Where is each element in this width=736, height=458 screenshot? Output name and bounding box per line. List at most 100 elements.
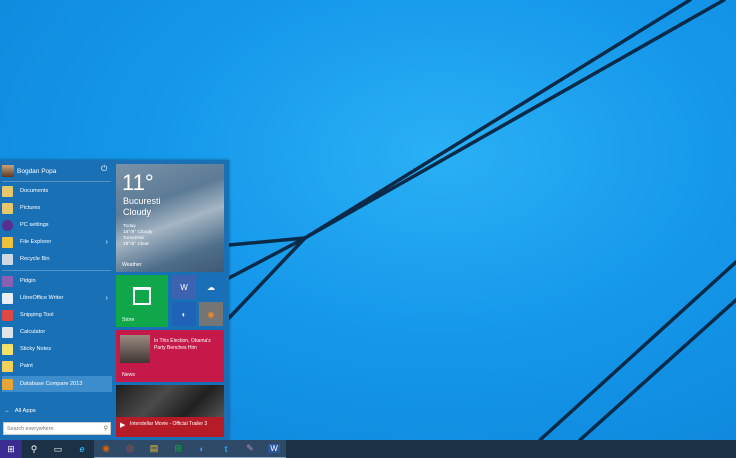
database-compare-icon [2, 378, 13, 390]
taskbar-people[interactable]: ◐ [190, 440, 214, 458]
app-label: Snipping Tool [20, 312, 54, 318]
taskbar: ⊞ ⚲ ▭ e ◉ ◎ ▤ ⊞ ◐ t ✎ W [0, 440, 736, 458]
power-icon[interactable]: ⏻ [101, 164, 107, 174]
internet-explorer-icon: e [79, 444, 85, 454]
arrow-right-icon: → [4, 408, 10, 414]
taskbar-store[interactable]: ⊞ [166, 440, 190, 458]
avatar [2, 165, 14, 177]
news-headline: In This Election, Obama's Party Benches … [154, 338, 211, 351]
firefox-tile[interactable]: ◉ [199, 302, 223, 326]
place-file-explorer[interactable]: File Explorer › [2, 234, 112, 250]
place-documents[interactable]: Documents [2, 183, 112, 199]
pidgin-icon: ✎ [246, 443, 254, 453]
taskbar-word[interactable]: W [262, 440, 286, 458]
word-icon: W [268, 444, 280, 453]
search-icon[interactable]: ⚲ [104, 425, 108, 432]
news-tile[interactable]: In This Election, Obama's Party Benches … [116, 330, 224, 382]
place-recycle-bin[interactable]: Recycle Bin [2, 251, 112, 267]
search-button[interactable]: ⚲ [22, 440, 46, 458]
place-pictures[interactable]: Pictures [2, 200, 112, 216]
start-button[interactable]: ⊞ [0, 440, 22, 458]
app-database-compare-2013[interactable]: Database Compare 2013 [2, 376, 112, 392]
place-label: File Explorer [20, 239, 52, 245]
people-tile[interactable]: ◐ [172, 302, 196, 326]
divider [2, 181, 111, 182]
pictures-icon [2, 202, 13, 214]
writer-icon [2, 292, 13, 304]
weather-tile[interactable]: 11° Bucuresti Cloudy Today 18°/9° Cloudy… [116, 164, 224, 272]
folder-icon [2, 236, 13, 248]
people-icon: ◐ [199, 443, 205, 454]
video-thumbnail [116, 385, 224, 417]
app-label: Paint [20, 363, 33, 369]
app-label: Calculator [20, 329, 46, 335]
app-sticky-notes[interactable]: Sticky Notes [2, 341, 112, 357]
taskbar-internet-explorer[interactable]: e [70, 440, 94, 458]
tile-label: News [122, 372, 135, 378]
weather-condition: Cloudy [123, 207, 152, 217]
taskbar-pidgin[interactable]: ✎ [238, 440, 262, 458]
documents-icon [2, 185, 13, 197]
recycle-bin-icon [2, 253, 13, 265]
people-icon: ◐ [181, 309, 187, 319]
taskbar-firefox[interactable]: ◉ [94, 440, 118, 458]
weather-temperature: 11° [122, 170, 154, 195]
place-label: Recycle Bin [20, 256, 50, 262]
play-icon: ▶ [120, 422, 126, 429]
app-label: LibreOffice Writer [20, 295, 64, 301]
weather-forecast: Today 18°/9° Cloudy Tomorrow 19°/8° Clea… [123, 224, 152, 248]
app-label: Database Compare 2013 [20, 381, 83, 387]
place-label: Pictures [20, 205, 41, 211]
tile-label: Weather [122, 262, 142, 268]
paint-icon [2, 360, 13, 372]
app-label: Sticky Notes [20, 346, 52, 352]
place-pc-settings[interactable]: PC settings [2, 217, 112, 233]
store-bag-icon [133, 287, 151, 305]
tile-label: Store [122, 317, 135, 323]
forecast-tomorrow: 19°/8° Clear [123, 242, 149, 247]
chevron-right-icon[interactable]: › [106, 295, 108, 302]
app-pidgin[interactable]: Pidgin [2, 273, 112, 289]
scissors-icon [2, 309, 13, 321]
chevron-right-icon[interactable]: › [106, 239, 108, 246]
word-icon: W [180, 282, 188, 292]
start-icon: ⊞ [7, 443, 15, 454]
taskbar-chrome[interactable]: ◎ [118, 440, 142, 458]
weather-location: Bucuresti Cloudy [123, 196, 161, 218]
store-tile[interactable]: Store [116, 275, 168, 327]
search-icon: ⚲ [30, 443, 38, 454]
task-view-button[interactable]: ▭ [46, 440, 70, 458]
calculator-icon [2, 326, 13, 338]
app-libreoffice-writer[interactable]: LibreOffice Writer › [2, 290, 112, 306]
onedrive-tile[interactable]: ☁ [199, 275, 223, 299]
chrome-icon: ◎ [126, 443, 134, 453]
firefox-icon: ◉ [102, 443, 110, 453]
file-explorer-icon: ▤ [149, 443, 159, 453]
search-input[interactable] [7, 425, 97, 432]
video-tile[interactable]: ▶ Interstellar Movie - Official Trailer … [116, 385, 224, 437]
all-apps-button[interactable]: → All Apps [4, 408, 36, 414]
word-tile[interactable]: W [172, 275, 196, 299]
app-calculator[interactable]: Calculator [2, 324, 112, 340]
app-snipping-tool[interactable]: Snipping Tool [2, 307, 112, 323]
store-icon: ⊞ [174, 443, 182, 453]
task-view-icon: ▭ [53, 443, 63, 454]
taskbar-twitter[interactable]: t [214, 440, 238, 458]
place-label: Documents [20, 188, 49, 194]
start-menu-list: Bogdan Popa ⏻ Documents Pictures PC sett… [0, 160, 113, 440]
onedrive-icon: ☁ [207, 282, 215, 292]
app-paint[interactable]: Paint [2, 358, 112, 374]
twitter-icon: t [224, 443, 228, 454]
place-label: PC settings [20, 222, 49, 228]
start-menu: Bogdan Popa ⏻ Documents Pictures PC sett… [0, 160, 229, 440]
sticky-notes-icon [2, 343, 13, 355]
user-account[interactable]: Bogdan Popa [2, 163, 56, 179]
search-box[interactable]: ⚲ [3, 422, 111, 435]
divider [2, 270, 111, 271]
gear-icon [2, 219, 13, 231]
pidgin-icon [2, 275, 13, 287]
taskbar-file-explorer[interactable]: ▤ [142, 440, 166, 458]
app-label: Pidgin [20, 278, 36, 284]
news-image [120, 335, 150, 363]
user-name: Bogdan Popa [17, 167, 57, 175]
